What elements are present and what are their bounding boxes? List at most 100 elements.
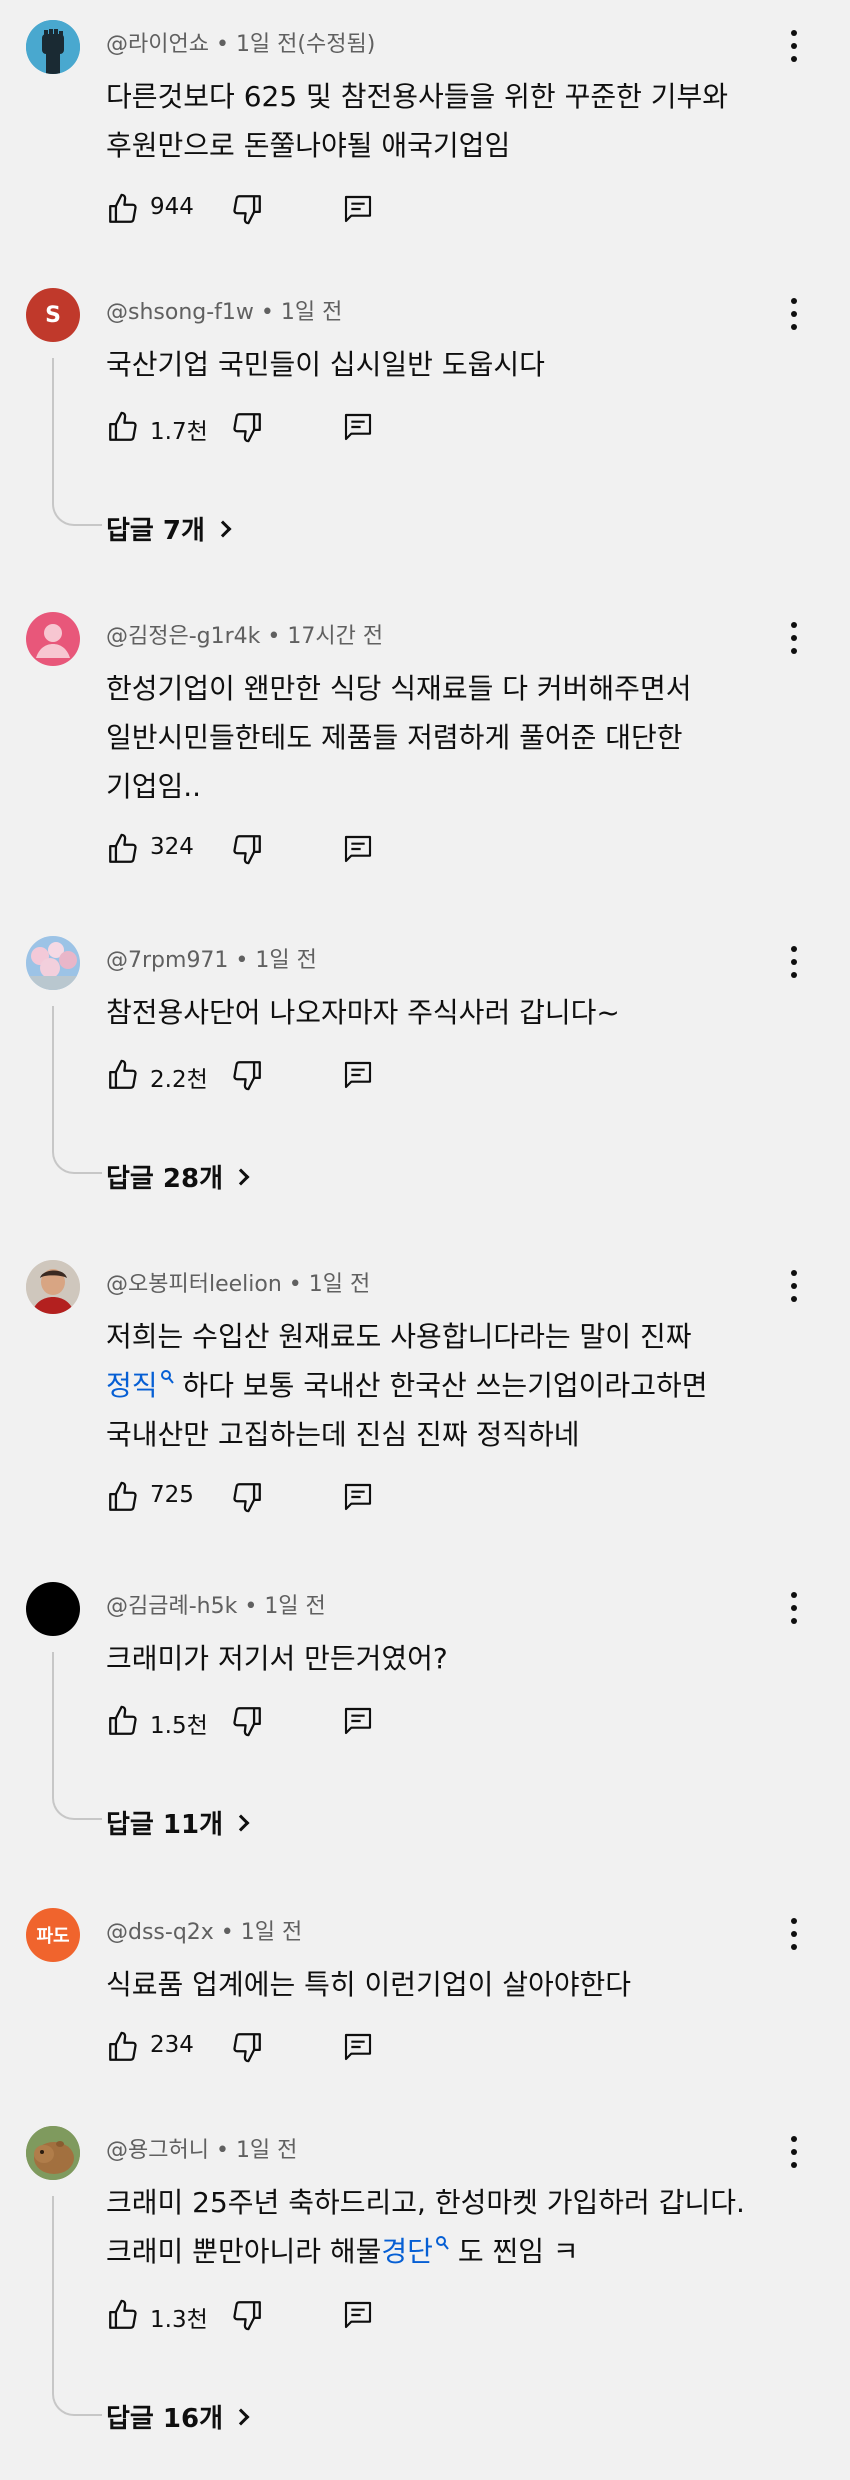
like-icon[interactable] bbox=[106, 410, 140, 444]
reply-icon[interactable] bbox=[342, 1480, 374, 1514]
reply-icon[interactable] bbox=[342, 1058, 374, 1092]
comment-line: 정직 하다 보통 국내산 한국산 쓰는기업이라고하면 bbox=[106, 1361, 806, 1410]
author[interactable]: @dss-q2x bbox=[106, 1920, 214, 1945]
replies-toggle[interactable]: 답글 7개 bbox=[106, 510, 232, 547]
like-count: 324 bbox=[150, 834, 194, 860]
reply-icon[interactable] bbox=[342, 1704, 374, 1738]
comment-text: 참전용사단어 나오자마자 주식사러 갑니다~ bbox=[106, 988, 806, 1037]
reply-icon[interactable] bbox=[342, 410, 374, 444]
comment-line: 일반시민들한테도 제품들 저렴하게 풀어준 대단한 bbox=[106, 721, 683, 754]
like-icon[interactable] bbox=[106, 1704, 140, 1738]
more-vert-icon[interactable] bbox=[786, 28, 802, 64]
dislike-icon[interactable] bbox=[230, 410, 264, 444]
like-icon[interactable] bbox=[106, 1480, 140, 1514]
comment-text: 크래미가 저기서 만든거였어? bbox=[106, 1634, 806, 1683]
like-count: 1.3천 bbox=[150, 2307, 208, 2333]
more-vert-icon[interactable] bbox=[786, 1590, 802, 1626]
dislike-icon[interactable] bbox=[230, 192, 264, 226]
dislike-icon[interactable] bbox=[230, 1480, 264, 1514]
timestamp: 1일 전 bbox=[264, 1594, 326, 1619]
reply-icon[interactable] bbox=[342, 832, 374, 866]
chevron-right-icon bbox=[232, 1168, 250, 1185]
reply-icon[interactable] bbox=[342, 2298, 374, 2332]
replies-toggle[interactable]: 답글 16개 bbox=[106, 2398, 250, 2435]
comment-line: 참전용사단어 나오자마자 주식사러 갑니다~ bbox=[106, 996, 620, 1029]
more-vert-icon[interactable] bbox=[786, 620, 802, 656]
more-vert-icon[interactable] bbox=[786, 2134, 802, 2170]
comment-actions: 1.5천 bbox=[106, 1700, 406, 1740]
search-link[interactable]: 경단 bbox=[381, 2235, 433, 2268]
capybara-avatar-icon bbox=[26, 2126, 80, 2180]
fist-avatar-icon bbox=[26, 20, 80, 74]
like-icon[interactable] bbox=[106, 2298, 140, 2332]
dislike-icon[interactable] bbox=[230, 1704, 264, 1738]
replies-toggle[interactable]: 답글 28개 bbox=[106, 1158, 250, 1195]
avatar[interactable] bbox=[26, 612, 80, 666]
thread-line bbox=[52, 2196, 102, 2416]
dislike-icon[interactable] bbox=[230, 832, 264, 866]
comment-actions: 324 bbox=[106, 828, 406, 868]
like-icon[interactable] bbox=[106, 2030, 140, 2064]
comment-text-segment: 크래미 뿐만아니라 해물 bbox=[106, 2235, 382, 2268]
timestamp: 17시간 전 bbox=[287, 624, 384, 649]
avatar[interactable] bbox=[26, 20, 80, 74]
thread-line bbox=[52, 358, 102, 526]
comment-line: 다른것보다 625 및 참전용사들을 위한 꾸준한 기부와 bbox=[106, 80, 729, 113]
like-count: 725 bbox=[150, 1482, 194, 1508]
avatar[interactable] bbox=[26, 936, 80, 990]
timestamp: 1일 전 bbox=[235, 2138, 298, 2163]
author[interactable]: @김금례-h5k bbox=[106, 1594, 237, 1619]
search-icon[interactable] bbox=[435, 2235, 449, 2253]
comment-line: 후원만으로 돈쭐나야될 애국기업임 bbox=[106, 129, 511, 162]
author[interactable]: @shsong-f1w bbox=[106, 300, 254, 325]
author[interactable]: @오봉피터leelion bbox=[106, 1272, 282, 1297]
avatar[interactable] bbox=[26, 2126, 80, 2180]
person-photo-avatar-icon bbox=[26, 1260, 80, 1314]
replies-count: 답글 16개 bbox=[106, 2404, 223, 2434]
search-icon[interactable] bbox=[160, 1369, 174, 1387]
reply-icon[interactable] bbox=[342, 192, 374, 226]
thread-line bbox=[52, 1652, 102, 1820]
more-vert-icon[interactable] bbox=[786, 944, 802, 980]
comment-line: 크래미 25주년 축하드리고, 한성마켓 가입하러 갑니다. bbox=[106, 2186, 745, 2219]
replies-count: 답글 28개 bbox=[106, 1164, 223, 1194]
like-icon[interactable] bbox=[106, 1058, 140, 1092]
comment-text: 크래미 25주년 축하드리고, 한성마켓 가입하러 갑니다. 크래미 뿐만아니라… bbox=[106, 2178, 806, 2276]
dislike-icon[interactable] bbox=[230, 1058, 264, 1092]
more-vert-icon[interactable] bbox=[786, 1916, 802, 1952]
avatar[interactable]: S bbox=[26, 288, 80, 342]
comment-meta: @shsong-f1w • 1일 전 bbox=[106, 300, 343, 325]
more-vert-icon[interactable] bbox=[786, 1268, 802, 1304]
comment-line: 크래미 뿐만아니라 해물경단 도 찐임 ㅋ bbox=[106, 2227, 806, 2276]
like-icon[interactable] bbox=[106, 832, 140, 866]
comment-line: 한성기업이 왠만한 식당 식재료들 다 커버해주면서 bbox=[106, 672, 692, 705]
comment-line: 크래미가 저기서 만든거였어? bbox=[106, 1642, 448, 1675]
comment-line: 저희는 수입산 원재료도 사용합니다라는 말이 진짜 bbox=[106, 1320, 692, 1353]
author[interactable]: @라이언쇼 bbox=[106, 32, 209, 57]
chevron-right-icon bbox=[232, 2408, 250, 2425]
comment-text: 국산기업 국민들이 십시일반 도웁시다 bbox=[106, 340, 806, 389]
more-vert-icon[interactable] bbox=[786, 296, 802, 332]
avatar[interactable] bbox=[26, 1260, 80, 1314]
default-profile-icon bbox=[36, 624, 70, 658]
like-count: 1.7천 bbox=[150, 419, 208, 445]
author[interactable]: @7rpm971 bbox=[106, 948, 228, 973]
timestamp: 1일 전(수정됨) bbox=[235, 32, 376, 57]
like-count: 1.5천 bbox=[150, 1713, 208, 1739]
like-icon[interactable] bbox=[106, 192, 140, 226]
thread-line bbox=[52, 1006, 102, 1174]
reply-icon[interactable] bbox=[342, 2030, 374, 2064]
dislike-icon[interactable] bbox=[230, 2030, 264, 2064]
avatar[interactable] bbox=[26, 1582, 80, 1636]
dislike-icon[interactable] bbox=[230, 2298, 264, 2332]
author[interactable]: @용그허니 bbox=[106, 2138, 209, 2163]
like-count: 944 bbox=[150, 194, 194, 220]
search-link[interactable]: 정직 bbox=[106, 1369, 158, 1402]
comment-meta: @용그허니 • 1일 전 bbox=[106, 2138, 298, 2163]
replies-toggle[interactable]: 답글 11개 bbox=[106, 1804, 250, 1841]
author[interactable]: @김정은-g1r4k bbox=[106, 624, 260, 649]
avatar[interactable]: 파도 bbox=[26, 1908, 80, 1962]
comment-text-segment: 도 찐임 ㅋ bbox=[448, 2235, 579, 2268]
replies-count: 답글 11개 bbox=[106, 1810, 223, 1840]
chevron-right-icon bbox=[214, 520, 232, 537]
